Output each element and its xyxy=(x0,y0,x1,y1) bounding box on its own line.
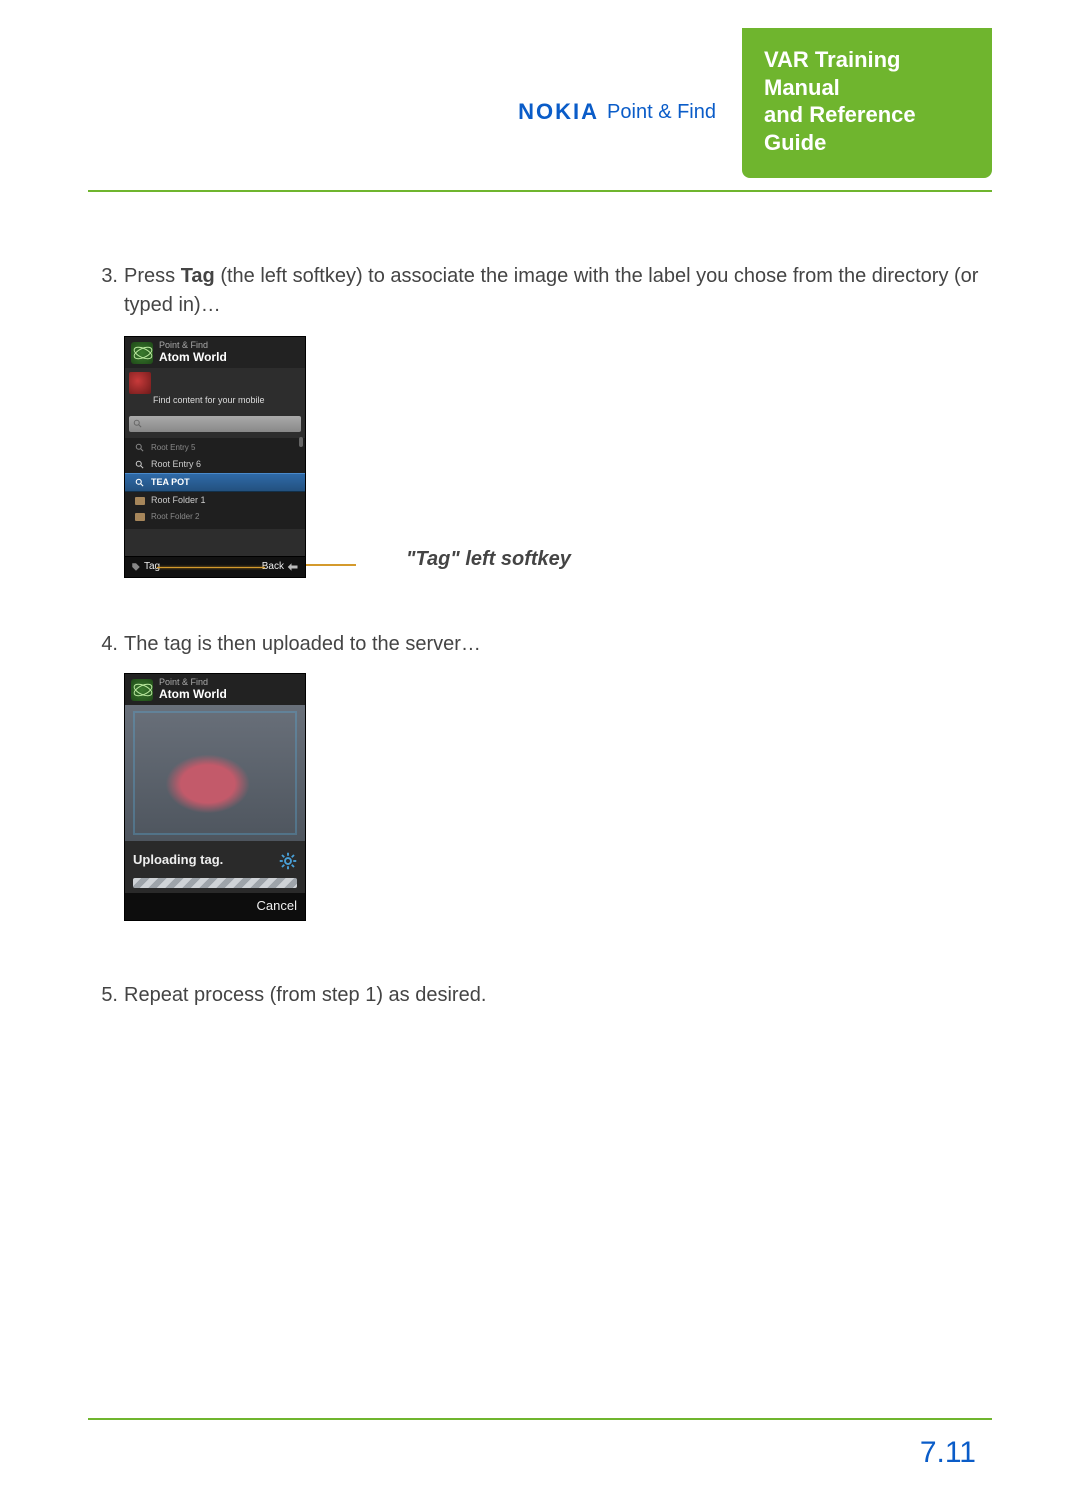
list-item-selected[interactable]: TEA POT xyxy=(125,473,305,492)
step5-number: 5. xyxy=(88,981,118,1010)
progress-bar xyxy=(133,878,297,888)
find-content-text: Find content for your mobile xyxy=(125,394,305,413)
gear-icon xyxy=(279,852,297,870)
search-icon xyxy=(133,419,143,429)
app-title: Atom World xyxy=(159,350,227,364)
entry-icon xyxy=(135,478,145,488)
softkey-back[interactable]: Back xyxy=(262,560,299,575)
list-item[interactable]: Root Folder 1 xyxy=(125,492,305,509)
screenshot-uploading: Point & Find Atom World Uploading tag. xyxy=(124,673,306,921)
softkey-tag[interactable]: Tag xyxy=(131,560,160,575)
app-subtitle: Point & Find xyxy=(159,678,227,687)
list-item-label: Root Entry 5 xyxy=(151,442,195,454)
app-subtitle: Point & Find xyxy=(159,341,227,350)
list-item[interactable]: Root Folder 2 xyxy=(125,509,305,525)
step3-text-bold: Tag xyxy=(181,265,215,287)
step3-text-post: (the left softkey) to associate the imag… xyxy=(124,265,978,316)
screenshot-tag-list: Point & Find Atom World Find content for… xyxy=(124,336,306,578)
callout-line-inner xyxy=(157,567,265,568)
list-item[interactable]: Root Entry 5 xyxy=(125,440,305,456)
tag-icon xyxy=(131,562,141,572)
folder-icon xyxy=(135,497,145,505)
page-number: 7.11 xyxy=(920,1436,976,1470)
list-item[interactable]: Root Entry 6 xyxy=(125,456,305,473)
step4-number: 4. xyxy=(88,630,118,659)
back-icon xyxy=(287,562,299,572)
directory-list: Root Entry 5 Root Entry 6 TEA POT xyxy=(125,438,305,528)
list-item-label: Root Folder 2 xyxy=(151,511,199,523)
footer-divider xyxy=(88,1418,992,1420)
scrollbar[interactable] xyxy=(299,437,303,447)
brand: NOKIA Point & Find xyxy=(518,28,716,178)
softkey-right-label: Back xyxy=(262,560,284,575)
folder-icon xyxy=(135,513,145,521)
brand-name: NOKIA xyxy=(518,99,599,125)
upload-status-text: Uploading tag. xyxy=(133,851,223,870)
atom-icon xyxy=(131,679,153,701)
rose-thumbnail xyxy=(129,372,151,394)
atom-icon xyxy=(131,342,153,364)
entry-icon xyxy=(135,443,145,453)
brand-sub: Point & Find xyxy=(607,101,716,124)
step4-text: The tag is then uploaded to the server… xyxy=(124,633,481,655)
step5-text: Repeat process (from step 1) as desired. xyxy=(124,984,486,1006)
search-input[interactable] xyxy=(129,416,301,432)
doc-title-line1: VAR Training Manual xyxy=(764,46,966,101)
step3-text-pre: Press xyxy=(124,265,181,287)
softkey-cancel[interactable]: Cancel xyxy=(257,898,297,913)
doc-title-line2: and Reference Guide xyxy=(764,101,966,156)
callout-label: "Tag" left softkey xyxy=(406,545,571,578)
step3-number: 3. xyxy=(88,262,118,291)
entry-icon xyxy=(135,460,145,470)
list-item-label: Root Folder 1 xyxy=(151,494,206,507)
captured-image-preview xyxy=(125,705,305,841)
list-item-label: TEA POT xyxy=(151,476,190,489)
callout-connector xyxy=(306,564,356,566)
list-item-label: Root Entry 6 xyxy=(151,458,201,471)
doc-title-tab: VAR Training Manual and Reference Guide xyxy=(742,28,992,178)
app-title: Atom World xyxy=(159,687,227,701)
